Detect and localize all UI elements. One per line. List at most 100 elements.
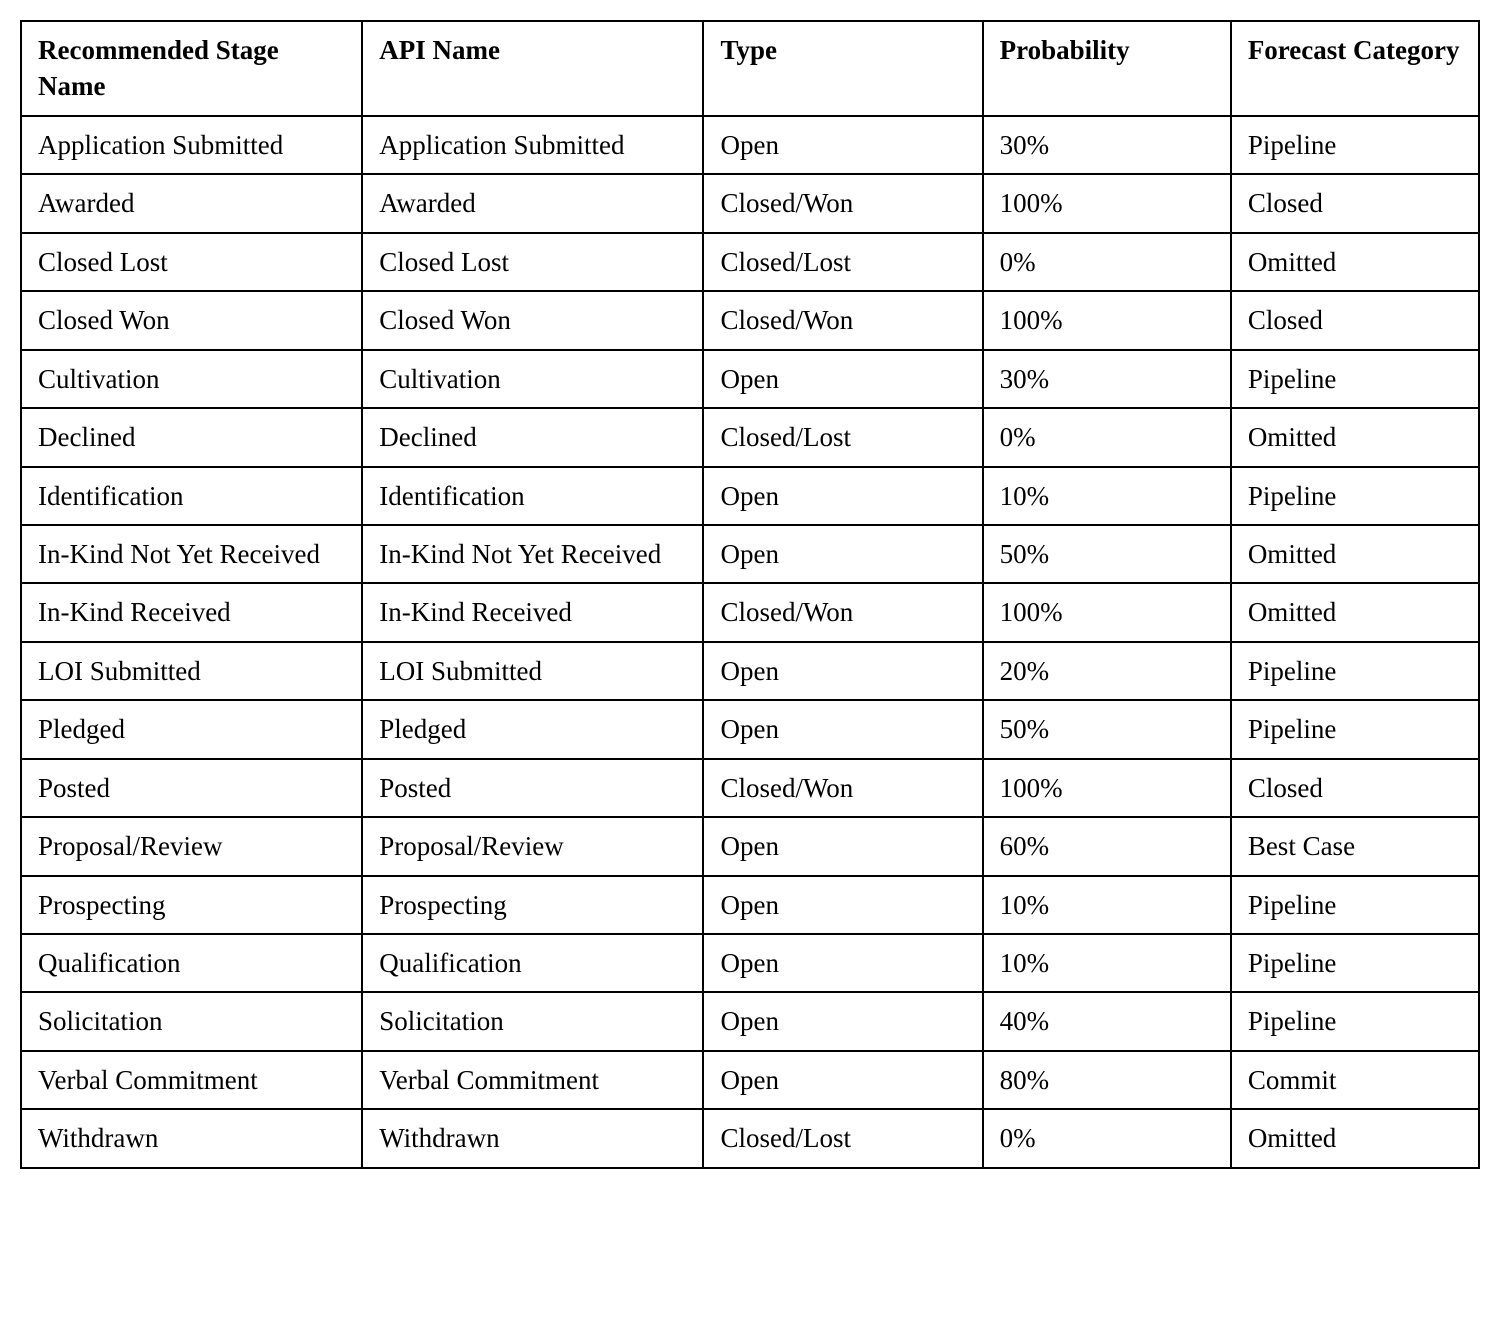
- table-row: Qualification Qualification Open 10% Pip…: [21, 934, 1479, 992]
- cell-stage: Solicitation: [21, 992, 362, 1050]
- cell-api: Verbal Commitment: [362, 1051, 703, 1109]
- header-forecast-category: Forecast Category: [1231, 21, 1479, 116]
- cell-type: Open: [703, 876, 982, 934]
- cell-stage: Identification: [21, 467, 362, 525]
- cell-api: LOI Submitted: [362, 642, 703, 700]
- cell-forecast: Commit: [1231, 1051, 1479, 1109]
- cell-probability: 100%: [983, 291, 1231, 349]
- cell-forecast: Omitted: [1231, 525, 1479, 583]
- table-row: In-Kind Received In-Kind Received Closed…: [21, 583, 1479, 641]
- cell-type: Open: [703, 525, 982, 583]
- table-row: LOI Submitted LOI Submitted Open 20% Pip…: [21, 642, 1479, 700]
- cell-stage: Closed Won: [21, 291, 362, 349]
- cell-stage: Application Submitted: [21, 116, 362, 174]
- cell-stage: Prospecting: [21, 876, 362, 934]
- cell-stage: Pledged: [21, 700, 362, 758]
- cell-forecast: Pipeline: [1231, 700, 1479, 758]
- cell-probability: 80%: [983, 1051, 1231, 1109]
- cell-forecast: Best Case: [1231, 817, 1479, 875]
- cell-probability: 30%: [983, 116, 1231, 174]
- cell-api: Closed Won: [362, 291, 703, 349]
- cell-stage: Verbal Commitment: [21, 1051, 362, 1109]
- cell-api: In-Kind Not Yet Received: [362, 525, 703, 583]
- table-row: Posted Posted Closed/Won 100% Closed: [21, 759, 1479, 817]
- cell-api: Closed Lost: [362, 233, 703, 291]
- cell-probability: 100%: [983, 583, 1231, 641]
- cell-forecast: Omitted: [1231, 408, 1479, 466]
- table-row: Proposal/Review Proposal/Review Open 60%…: [21, 817, 1479, 875]
- cell-type: Closed/Lost: [703, 1109, 982, 1167]
- cell-forecast: Closed: [1231, 759, 1479, 817]
- table-header-row: Recommended Stage Name API Name Type Pro…: [21, 21, 1479, 116]
- cell-type: Closed/Won: [703, 174, 982, 232]
- table-row: Declined Declined Closed/Lost 0% Omitted: [21, 408, 1479, 466]
- cell-type: Open: [703, 642, 982, 700]
- cell-api: In-Kind Received: [362, 583, 703, 641]
- cell-probability: 10%: [983, 876, 1231, 934]
- cell-probability: 20%: [983, 642, 1231, 700]
- table-row: Identification Identification Open 10% P…: [21, 467, 1479, 525]
- cell-forecast: Pipeline: [1231, 350, 1479, 408]
- cell-stage: Proposal/Review: [21, 817, 362, 875]
- cell-stage: Posted: [21, 759, 362, 817]
- cell-probability: 0%: [983, 1109, 1231, 1167]
- cell-forecast: Omitted: [1231, 583, 1479, 641]
- cell-type: Open: [703, 700, 982, 758]
- cell-type: Closed/Lost: [703, 233, 982, 291]
- cell-stage: LOI Submitted: [21, 642, 362, 700]
- cell-api: Pledged: [362, 700, 703, 758]
- cell-forecast: Pipeline: [1231, 934, 1479, 992]
- header-api-name: API Name: [362, 21, 703, 116]
- cell-api: Application Submitted: [362, 116, 703, 174]
- cell-type: Closed/Lost: [703, 408, 982, 466]
- cell-api: Proposal/Review: [362, 817, 703, 875]
- cell-api: Posted: [362, 759, 703, 817]
- cell-type: Open: [703, 467, 982, 525]
- cell-forecast: Omitted: [1231, 1109, 1479, 1167]
- cell-probability: 10%: [983, 934, 1231, 992]
- cell-probability: 10%: [983, 467, 1231, 525]
- table-row: Pledged Pledged Open 50% Pipeline: [21, 700, 1479, 758]
- table-row: Closed Lost Closed Lost Closed/Lost 0% O…: [21, 233, 1479, 291]
- cell-stage: Declined: [21, 408, 362, 466]
- cell-forecast: Closed: [1231, 291, 1479, 349]
- cell-stage: In-Kind Not Yet Received: [21, 525, 362, 583]
- cell-stage: Awarded: [21, 174, 362, 232]
- cell-type: Closed/Won: [703, 583, 982, 641]
- cell-api: Cultivation: [362, 350, 703, 408]
- cell-type: Closed/Won: [703, 759, 982, 817]
- cell-stage: In-Kind Received: [21, 583, 362, 641]
- cell-forecast: Closed: [1231, 174, 1479, 232]
- cell-forecast: Pipeline: [1231, 876, 1479, 934]
- cell-probability: 0%: [983, 408, 1231, 466]
- cell-stage: Cultivation: [21, 350, 362, 408]
- cell-probability: 50%: [983, 525, 1231, 583]
- cell-stage: Closed Lost: [21, 233, 362, 291]
- table-row: Prospecting Prospecting Open 10% Pipelin…: [21, 876, 1479, 934]
- cell-api: Solicitation: [362, 992, 703, 1050]
- table-row: Verbal Commitment Verbal Commitment Open…: [21, 1051, 1479, 1109]
- cell-forecast: Pipeline: [1231, 992, 1479, 1050]
- cell-api: Awarded: [362, 174, 703, 232]
- cell-probability: 100%: [983, 759, 1231, 817]
- cell-stage: Withdrawn: [21, 1109, 362, 1167]
- cell-type: Closed/Won: [703, 291, 982, 349]
- cell-api: Withdrawn: [362, 1109, 703, 1167]
- cell-probability: 0%: [983, 233, 1231, 291]
- cell-probability: 40%: [983, 992, 1231, 1050]
- cell-probability: 50%: [983, 700, 1231, 758]
- cell-probability: 30%: [983, 350, 1231, 408]
- cell-forecast: Pipeline: [1231, 116, 1479, 174]
- cell-forecast: Pipeline: [1231, 467, 1479, 525]
- table-body: Application Submitted Application Submit…: [21, 116, 1479, 1168]
- cell-forecast: Omitted: [1231, 233, 1479, 291]
- cell-type: Open: [703, 934, 982, 992]
- table-row: In-Kind Not Yet Received In-Kind Not Yet…: [21, 525, 1479, 583]
- table-row: Solicitation Solicitation Open 40% Pipel…: [21, 992, 1479, 1050]
- cell-stage: Qualification: [21, 934, 362, 992]
- header-type: Type: [703, 21, 982, 116]
- table-row: Withdrawn Withdrawn Closed/Lost 0% Omitt…: [21, 1109, 1479, 1167]
- cell-forecast: Pipeline: [1231, 642, 1479, 700]
- cell-api: Identification: [362, 467, 703, 525]
- table-row: Awarded Awarded Closed/Won 100% Closed: [21, 174, 1479, 232]
